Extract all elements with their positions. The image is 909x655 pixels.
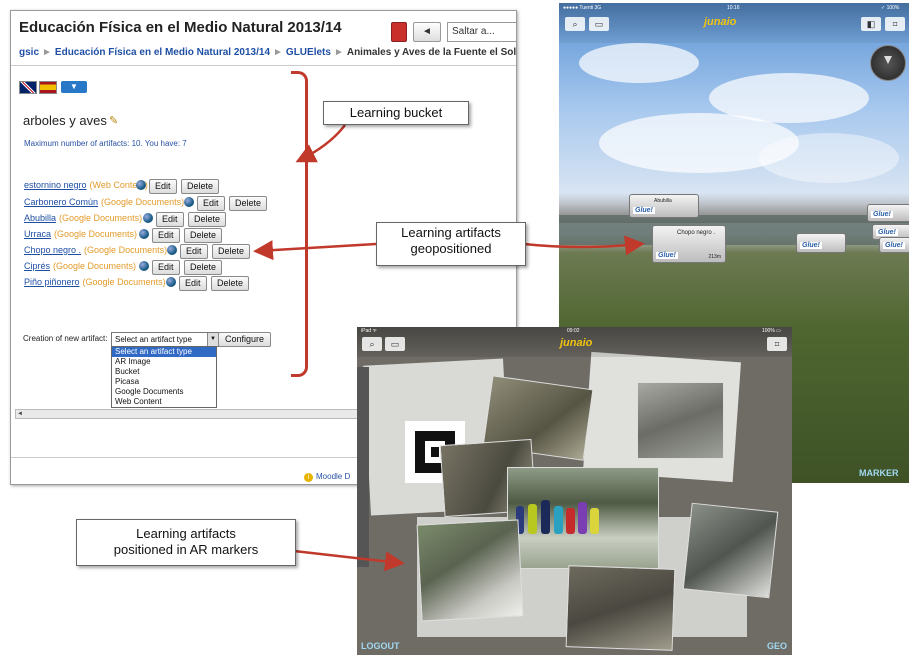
arrow-markers <box>293 549 405 572</box>
callout-learning-bucket: Learning bucket <box>323 101 469 125</box>
arrow-geo-left <box>253 240 377 261</box>
callout-geopositioned: Learning artifacts geopositioned <box>376 222 526 266</box>
callout-line: positioned in AR markers <box>113 542 259 557</box>
arrow-bucket <box>295 124 346 163</box>
arrow-geo-right <box>523 235 645 256</box>
callout-line: Learning artifacts <box>136 526 236 541</box>
callout-ar-markers: Learning artifacts positioned in AR mark… <box>76 519 296 566</box>
callout-line: geopositioned <box>410 241 492 256</box>
callout-line: Learning artifacts <box>401 225 501 240</box>
